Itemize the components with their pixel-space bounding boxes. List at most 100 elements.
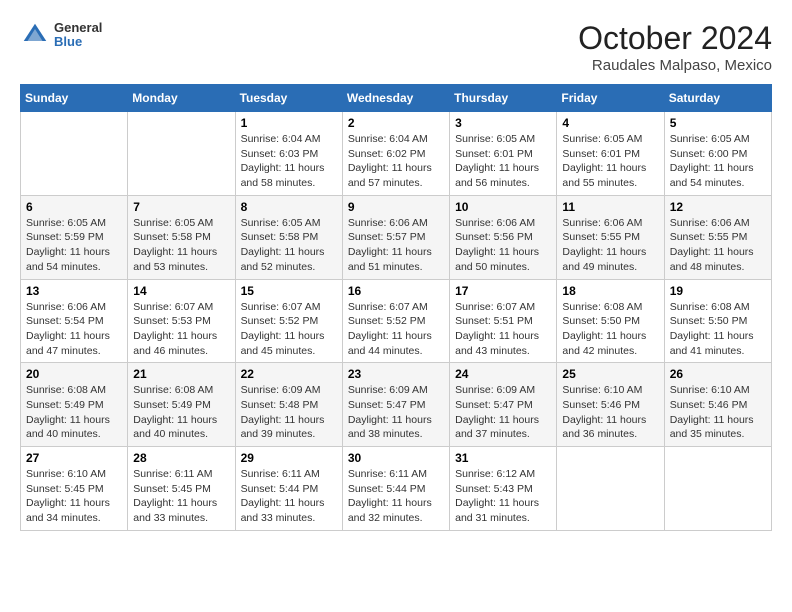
day-number: 26: [670, 367, 766, 381]
day-number: 30: [348, 451, 444, 465]
calendar-day-cell: 22Sunrise: 6:09 AMSunset: 5:48 PMDayligh…: [235, 363, 342, 447]
calendar-week-row: 20 Sunrise: 6:08 AMSunset: 5:49 PMDayligh…: [21, 363, 772, 447]
weekday-header: Tuesday: [235, 85, 342, 112]
day-info: Sunrise: 6:10 AMSunset: 5:46 PMDaylight:…: [562, 384, 646, 440]
day-number: 5: [670, 116, 766, 130]
day-info: Sunrise: 6:11 AMSunset: 5:45 PMDaylight:…: [133, 468, 217, 524]
calendar-day-cell: 4 Sunrise: 6:05 AMSunset: 6:01 PMDaylight…: [557, 112, 664, 196]
day-number: 4: [562, 116, 658, 130]
calendar-day-cell: 21 Sunrise: 6:08 AMSunset: 5:49 PMDayligh…: [128, 363, 235, 447]
day-number: 8: [241, 200, 337, 214]
calendar-day-cell: 7 Sunrise: 6:05 AMSunset: 5:58 PMDaylight…: [128, 195, 235, 279]
calendar-header-row: SundayMondayTuesdayWednesdayThursdayFrid…: [21, 85, 772, 112]
day-info: Sunrise: 6:08 AMSunset: 5:49 PMDaylight:…: [26, 384, 110, 440]
calendar-day-cell: 5 Sunrise: 6:05 AMSunset: 6:00 PMDaylight…: [664, 112, 771, 196]
calendar-day-cell: 1Sunrise: 6:04 AMSunset: 6:03 PMDaylight…: [235, 112, 342, 196]
calendar-day-cell: 13 Sunrise: 6:06 AMSunset: 5:54 PMDayligh…: [21, 279, 128, 363]
day-info: Sunrise: 6:10 AMSunset: 5:46 PMDaylight:…: [670, 384, 754, 440]
weekday-header: Monday: [128, 85, 235, 112]
day-number: 29: [241, 451, 337, 465]
logo-general-text: General: [54, 21, 102, 35]
day-number: 23: [348, 367, 444, 381]
weekday-header: Sunday: [21, 85, 128, 112]
day-number: 6: [26, 200, 122, 214]
day-info: Sunrise: 6:07 AMSunset: 5:52 PMDaylight:…: [241, 301, 325, 357]
day-info: Sunrise: 6:05 AMSunset: 5:59 PMDaylight:…: [26, 217, 110, 273]
calendar-week-row: 27Sunrise: 6:10 AMSunset: 5:45 PMDayligh…: [21, 447, 772, 531]
day-info: Sunrise: 6:09 AMSunset: 5:47 PMDaylight:…: [348, 384, 432, 440]
day-number: 2: [348, 116, 444, 130]
logo-blue-text: Blue: [54, 35, 102, 49]
calendar-day-cell: 17 Sunrise: 6:07 AMSunset: 5:51 PMDayligh…: [450, 279, 557, 363]
calendar-day-cell: 9 Sunrise: 6:06 AMSunset: 5:57 PMDaylight…: [342, 195, 449, 279]
calendar-day-cell: 14 Sunrise: 6:07 AMSunset: 5:53 PMDayligh…: [128, 279, 235, 363]
calendar-day-cell: 24 Sunrise: 6:09 AMSunset: 5:47 PMDayligh…: [450, 363, 557, 447]
day-number: 11: [562, 200, 658, 214]
weekday-header: Wednesday: [342, 85, 449, 112]
day-info: Sunrise: 6:07 AMSunset: 5:51 PMDaylight:…: [455, 301, 539, 357]
day-number: 9: [348, 200, 444, 214]
day-info: Sunrise: 6:05 AMSunset: 6:01 PMDaylight:…: [455, 133, 539, 189]
day-number: 19: [670, 284, 766, 298]
day-info: Sunrise: 6:09 AMSunset: 5:47 PMDaylight:…: [455, 384, 539, 440]
calendar-day-cell: 20 Sunrise: 6:08 AMSunset: 5:49 PMDayligh…: [21, 363, 128, 447]
day-info: Sunrise: 6:06 AMSunset: 5:57 PMDaylight:…: [348, 217, 432, 273]
calendar-day-cell: 31Sunrise: 6:12 AMSunset: 5:43 PMDayligh…: [450, 447, 557, 531]
calendar-day-cell: 15 Sunrise: 6:07 AMSunset: 5:52 PMDayligh…: [235, 279, 342, 363]
day-info: Sunrise: 6:06 AMSunset: 5:55 PMDaylight:…: [670, 217, 754, 273]
calendar-day-cell: 3 Sunrise: 6:05 AMSunset: 6:01 PMDaylight…: [450, 112, 557, 196]
calendar-table: SundayMondayTuesdayWednesdayThursdayFrid…: [20, 84, 772, 531]
day-info: Sunrise: 6:07 AMSunset: 5:53 PMDaylight:…: [133, 301, 217, 357]
calendar-day-cell: 29 Sunrise: 6:11 AMSunset: 5:44 PMDayligh…: [235, 447, 342, 531]
page-header: General Blue October 2024 Raudales Malpa…: [20, 20, 772, 74]
calendar-day-cell: [21, 112, 128, 196]
day-info: Sunrise: 6:05 AMSunset: 6:01 PMDaylight:…: [562, 133, 646, 189]
day-number: 20: [26, 367, 122, 381]
day-info: Sunrise: 6:05 AMSunset: 5:58 PMDaylight:…: [133, 217, 217, 273]
day-info: Sunrise: 6:06 AMSunset: 5:54 PMDaylight:…: [26, 301, 110, 357]
calendar-day-cell: 25 Sunrise: 6:10 AMSunset: 5:46 PMDayligh…: [557, 363, 664, 447]
day-number: 24: [455, 367, 551, 381]
calendar-week-row: 6 Sunrise: 6:05 AMSunset: 5:59 PMDaylight…: [21, 195, 772, 279]
logo: General Blue: [20, 20, 102, 50]
day-number: 13: [26, 284, 122, 298]
weekday-header: Thursday: [450, 85, 557, 112]
calendar-week-row: 13 Sunrise: 6:06 AMSunset: 5:54 PMDayligh…: [21, 279, 772, 363]
day-info: Sunrise: 6:05 AMSunset: 6:00 PMDaylight:…: [670, 133, 754, 189]
day-number: 3: [455, 116, 551, 130]
day-number: 16: [348, 284, 444, 298]
day-info: Sunrise: 6:08 AMSunset: 5:49 PMDaylight:…: [133, 384, 217, 440]
calendar-day-cell: [664, 447, 771, 531]
day-info: Sunrise: 6:11 AMSunset: 5:44 PMDaylight:…: [348, 468, 432, 524]
day-number: 10: [455, 200, 551, 214]
calendar-day-cell: 8Sunrise: 6:05 AMSunset: 5:58 PMDaylight…: [235, 195, 342, 279]
day-info: Sunrise: 6:07 AMSunset: 5:52 PMDaylight:…: [348, 301, 432, 357]
day-number: 17: [455, 284, 551, 298]
day-number: 25: [562, 367, 658, 381]
calendar-day-cell: 30 Sunrise: 6:11 AMSunset: 5:44 PMDayligh…: [342, 447, 449, 531]
day-number: 1: [241, 116, 337, 130]
day-number: 14: [133, 284, 229, 298]
calendar-day-cell: 18 Sunrise: 6:08 AMSunset: 5:50 PMDayligh…: [557, 279, 664, 363]
day-number: 28: [133, 451, 229, 465]
day-number: 18: [562, 284, 658, 298]
day-info: Sunrise: 6:06 AMSunset: 5:56 PMDaylight:…: [455, 217, 539, 273]
day-info: Sunrise: 6:08 AMSunset: 5:50 PMDaylight:…: [670, 301, 754, 357]
calendar-day-cell: 12 Sunrise: 6:06 AMSunset: 5:55 PMDayligh…: [664, 195, 771, 279]
calendar-day-cell: [128, 112, 235, 196]
weekday-header: Saturday: [664, 85, 771, 112]
logo-icon: [20, 20, 50, 50]
day-number: 31: [455, 451, 551, 465]
day-number: 21: [133, 367, 229, 381]
day-number: 7: [133, 200, 229, 214]
month-title: October 2024: [578, 20, 772, 57]
day-number: 15: [241, 284, 337, 298]
day-number: 12: [670, 200, 766, 214]
calendar-day-cell: 11Sunrise: 6:06 AMSunset: 5:55 PMDayligh…: [557, 195, 664, 279]
calendar-day-cell: 26 Sunrise: 6:10 AMSunset: 5:46 PMDayligh…: [664, 363, 771, 447]
calendar-day-cell: 28 Sunrise: 6:11 AMSunset: 5:45 PMDayligh…: [128, 447, 235, 531]
calendar-week-row: 1Sunrise: 6:04 AMSunset: 6:03 PMDaylight…: [21, 112, 772, 196]
day-info: Sunrise: 6:08 AMSunset: 5:50 PMDaylight:…: [562, 301, 646, 357]
day-info: Sunrise: 6:11 AMSunset: 5:44 PMDaylight:…: [241, 468, 325, 524]
title-block: October 2024 Raudales Malpaso, Mexico: [578, 20, 772, 74]
